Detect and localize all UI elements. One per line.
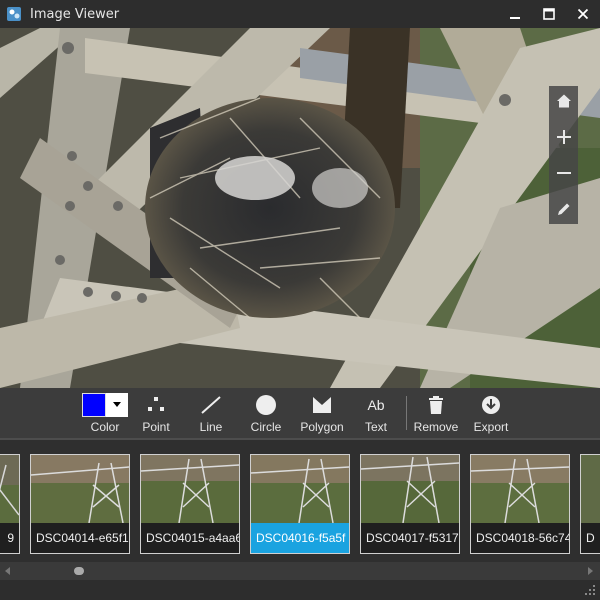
thumbnail-image [361, 455, 459, 523]
tool-label: Export [473, 420, 509, 434]
thumbnail-image [581, 455, 600, 523]
thumbnail-image [31, 455, 129, 523]
app-icon [7, 7, 21, 21]
zoom-toolbar [549, 86, 578, 224]
maximize-button[interactable] [532, 0, 566, 28]
annotation-toolbar: Color Point Line Circle Polygon Ab Text [0, 388, 600, 438]
close-button[interactable] [566, 0, 600, 28]
minimize-icon [510, 17, 520, 19]
tool-label: Point [142, 420, 170, 434]
text-icon: Ab [367, 397, 385, 413]
download-icon [482, 396, 500, 414]
tool-circle[interactable]: Circle [246, 388, 286, 438]
maximize-icon [543, 8, 555, 20]
resize-grip-icon[interactable] [584, 584, 596, 596]
pencil-icon [557, 203, 569, 215]
scroll-left-icon[interactable] [4, 567, 12, 575]
color-picker[interactable]: Color [80, 388, 130, 438]
thumbnail-item[interactable]: DSC04014-e65f1 [30, 454, 130, 554]
scrollbar-thumb[interactable] [74, 567, 84, 575]
home-button[interactable] [549, 86, 578, 115]
window-title: Image Viewer [30, 6, 120, 22]
thumbnail-label: 9 [0, 523, 19, 553]
tool-polygon[interactable]: Polygon [299, 388, 345, 438]
zoom-in-button[interactable] [549, 122, 578, 151]
draw-button[interactable] [549, 194, 578, 223]
chevron-down-icon [113, 402, 121, 407]
thumbnail-item-selected[interactable]: DSC04016-f5a5f [250, 454, 350, 554]
thumbnail-label: D [581, 523, 600, 553]
tool-label: Line [199, 420, 223, 434]
title-bar: Image Viewer [0, 0, 600, 28]
color-swatch[interactable] [82, 393, 106, 417]
thumbnail-item[interactable]: DSC04015-a4aa6 [140, 454, 240, 554]
image-canvas[interactable] [0, 28, 600, 388]
zoom-out-button[interactable] [549, 158, 578, 187]
thumbnail-item[interactable]: DSC04017-f5317 [360, 454, 460, 554]
color-label: Color [90, 420, 120, 434]
home-icon [556, 94, 571, 107]
point-icon [148, 397, 164, 411]
thumbnail-item[interactable]: 9 [0, 454, 20, 554]
polygon-icon [313, 397, 331, 413]
line-icon [201, 396, 221, 414]
thumbnail-item[interactable]: DSC04018-56c74 [470, 454, 570, 554]
thumbnail-label: DSC04017-f5317 [361, 523, 459, 553]
close-icon [577, 8, 589, 20]
remove-button[interactable]: Remove [413, 388, 459, 438]
toolbar-divider [406, 396, 407, 430]
tool-line[interactable]: Line [191, 388, 231, 438]
thumbnail-image [251, 455, 349, 523]
thumbnail-item[interactable]: D [580, 454, 600, 554]
main-image [0, 28, 600, 388]
tool-label: Text [364, 420, 387, 434]
trash-icon [429, 396, 443, 414]
color-dropdown[interactable] [106, 393, 128, 417]
minus-icon [556, 171, 571, 174]
circle-icon [256, 395, 276, 415]
tool-text[interactable]: Ab Text [356, 388, 396, 438]
thumbnail-label: DSC04018-56c74 [471, 523, 569, 553]
tool-label: Remove [413, 420, 459, 434]
thumbnail-image [0, 455, 19, 523]
plus-icon [556, 129, 571, 144]
export-button[interactable]: Export [469, 388, 513, 438]
tool-point[interactable]: Point [136, 388, 176, 438]
minimize-button[interactable] [498, 0, 532, 28]
thumbnail-strip: 9 DSC04014-e65f1 DSC04015-a4aa6 DSC04016… [0, 438, 600, 562]
horizontal-scrollbar[interactable] [0, 562, 600, 580]
thumbnail-image [141, 455, 239, 523]
status-bar [0, 580, 600, 600]
tool-label: Circle [250, 420, 282, 434]
tool-label: Polygon [300, 420, 344, 434]
thumbnail-label: DSC04016-f5a5f [251, 523, 349, 553]
thumbnail-image [471, 455, 569, 523]
thumbnail-label: DSC04015-a4aa6 [141, 523, 239, 553]
thumbnail-label: DSC04014-e65f1 [31, 523, 129, 553]
scroll-right-icon[interactable] [586, 567, 594, 575]
